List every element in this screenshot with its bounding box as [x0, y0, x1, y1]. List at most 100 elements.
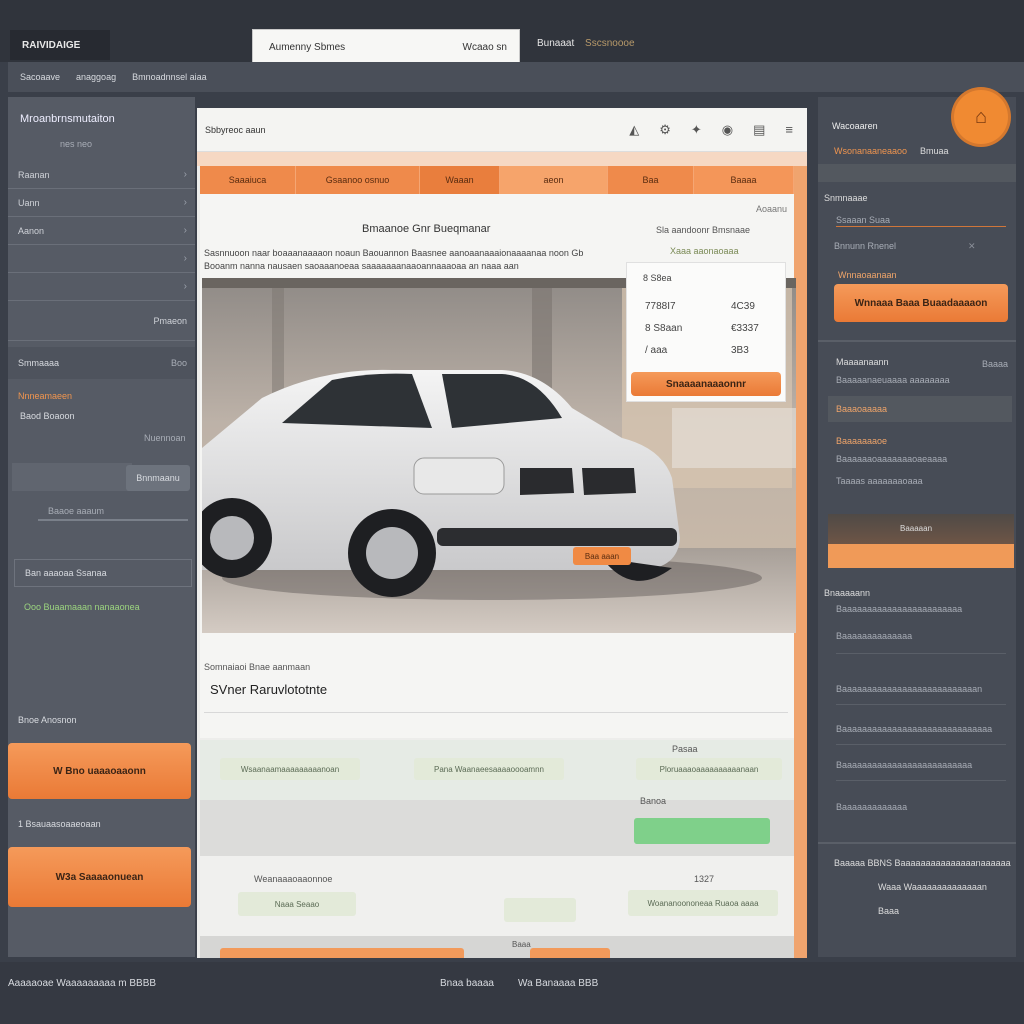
promo-label: Baaaaan: [900, 524, 933, 533]
car-tag[interactable]: Baa aaan: [573, 547, 631, 565]
primary-action-button[interactable]: W Bno uaaaoaaonn: [8, 743, 191, 799]
sidebar-section-2-header: Smmaaaa Boo: [8, 347, 195, 379]
bottom-price: 1327: [694, 874, 715, 884]
alert-icon[interactable]: ◉: [722, 122, 733, 138]
right-bottom-3: Baaa: [878, 906, 900, 916]
chevron-right-icon: ›: [183, 169, 187, 180]
progress-button[interactable]: [634, 818, 770, 844]
footer: Aaaaaoae Waaaaaaaaa m BBBB Bnaa baaaa Wa…: [0, 962, 1024, 1024]
sidebar-input[interactable]: [12, 463, 132, 491]
right-bottom-1: Baaaaa BBNS Baaaaaaaaaaaaaaanaaaaaa: [834, 858, 1011, 868]
tab-2[interactable]: Gsaanoo osnuo: [296, 166, 420, 194]
sidebar-item-5[interactable]: ›: [8, 273, 195, 301]
news-sub: Baaaaaaaaaaaaaaaaaaaaaaaa: [836, 604, 963, 614]
right-field-3[interactable]: Wnnaoaanaan: [838, 270, 897, 280]
right-link[interactable]: Wsonanaaneaaoo: [834, 146, 907, 156]
news-item-3[interactable]: Baaaaaaaaaaaaaaaaaaaaaaaaaaaaaa: [836, 724, 1006, 745]
sidebar-title: Mroanbrnsmutaiton: [20, 113, 115, 125]
cart-icon[interactable]: ▤: [753, 122, 765, 138]
subnav-item-1[interactable]: Sacoaave: [20, 72, 60, 82]
news-item-4[interactable]: Baaaaaaaaaaaaaaaaaaaaaaaaaa: [836, 760, 1006, 781]
close-icon[interactable]: ✕: [968, 241, 976, 252]
divider: [204, 712, 788, 713]
bottom-chip-1[interactable]: Naaa Seaao: [238, 892, 356, 916]
section-orange-label[interactable]: Nnneamaeen: [18, 391, 72, 401]
search-input[interactable]: Aumenny Sbmes: [269, 42, 345, 53]
search-bar[interactable]: Aumenny Sbmes Wcaao sn: [252, 29, 520, 66]
bottom-button-2[interactable]: [530, 948, 610, 958]
price-cta-button[interactable]: Snaaaanaaaonnr: [631, 372, 781, 396]
sidebar-item-2[interactable]: Uann ›: [8, 189, 195, 217]
main-header: Sbbyreoc aaun ◭ ⚙ ✦ ◉ ▤ ≡: [197, 108, 807, 152]
feature-3[interactable]: Ploruaaaoaaaaaaaaaanaan: [636, 758, 782, 780]
list-text-2: Baaaaaaoaaaaaaaoaeaaaa: [836, 454, 948, 464]
footer-left: Aaaaaoae Waaaaaaaaa m BBBB: [8, 978, 157, 989]
tab-4[interactable]: aeon: [500, 166, 608, 194]
list-item-2[interactable]: Baaaaaaaoe: [828, 430, 1012, 452]
tab-5[interactable]: Baa: [608, 166, 694, 194]
footer-right[interactable]: Wa Banaaaa BBB: [518, 978, 598, 989]
tab-bar: Saaaiuca Gsaanoo osnuo Waaan aeon Baa Ba…: [200, 166, 794, 194]
feature-2[interactable]: Pana Waanaeesaaaaoooamnn: [414, 758, 564, 780]
right-link-b[interactable]: Bmuaa: [920, 146, 949, 156]
news-item-5[interactable]: Baaaaaaaaaaaaa: [836, 802, 1006, 812]
user-icon[interactable]: ◭: [629, 122, 639, 138]
right-primary-button[interactable]: Wnnaaa Baaa Buaadaaaaon: [834, 284, 1008, 322]
secondary-action-button[interactable]: W3a Saaaaonuean: [8, 847, 191, 907]
sidebar-item-1[interactable]: Raanan ›: [8, 161, 195, 189]
sidebar-item-label: Raanan: [18, 169, 50, 180]
section-count: Boo: [170, 358, 187, 368]
slider-label: Baaoe aaaum: [48, 506, 105, 516]
sidebar-bottom-title: Bnoe Anosnon: [18, 715, 77, 725]
price-row-2-label: 8 S8aan: [645, 323, 683, 334]
tab-1[interactable]: Saaaiuca: [200, 166, 296, 194]
tab-3[interactable]: Waaan: [420, 166, 500, 194]
news-item-2[interactable]: Baaaaaaaaaaaaaaaaaaaaaaaaaaan: [836, 684, 1006, 705]
bottom-chip-3[interactable]: Woananoononeaa Ruaoa aaaa: [628, 890, 778, 916]
settings-icon[interactable]: ✦: [691, 122, 702, 138]
top-link-1[interactable]: Bunaaat: [537, 38, 574, 49]
promo-button[interactable]: [828, 544, 1014, 568]
brand-logo[interactable]: RAIVIDAIGE: [10, 30, 110, 60]
right-field-1[interactable]: Ssaaan Suaa: [836, 215, 890, 225]
footer-center[interactable]: Bnaa baaaa: [440, 978, 494, 989]
car-icon[interactable]: ⚙: [659, 122, 671, 138]
breadcrumb[interactable]: Sbbyreoc aaun: [205, 125, 266, 135]
chevron-right-icon: ›: [183, 197, 187, 208]
section-title: Smmaaaa: [18, 358, 60, 368]
notification-icon[interactable]: ⌂: [954, 90, 1008, 144]
listing-headline: Bmaanoe Gnr Bueqmanar: [362, 223, 491, 235]
list-item-1-label: Baaaoaaaaa: [836, 404, 888, 414]
subnav-item-3[interactable]: Bmnoadnnsel aiaa: [132, 72, 207, 82]
bottom-chip-2[interactable]: [504, 898, 576, 922]
sidebar-more[interactable]: Pmaeon: [8, 301, 195, 341]
chevron-right-icon: ›: [183, 225, 187, 236]
menu-icon[interactable]: ≡: [785, 122, 793, 138]
bottom-bar-label: Baaa: [512, 940, 531, 949]
list-count: Baaaa: [982, 359, 1009, 369]
sidebar-note: 1 Bsauaasoaaeoaan: [18, 819, 101, 829]
bottom-button-1[interactable]: [220, 948, 464, 958]
slider-track[interactable]: [38, 519, 188, 521]
price-sub: Xaaa aaonaoaaa: [670, 246, 739, 256]
top-link-2[interactable]: Sscsnoooe: [585, 38, 634, 49]
sidebar-item-label: Aanon: [18, 225, 45, 236]
chevron-right-icon: ›: [183, 253, 187, 264]
sidebar-subtitle: nes neo: [60, 139, 93, 149]
feature-1[interactable]: Wsaanaamaaaaaaaaanoan: [220, 758, 360, 780]
sidebar-item-3[interactable]: Aanon ›: [8, 217, 195, 245]
right-divider: [818, 164, 1016, 182]
news-item-1[interactable]: Baaaaaaaaaaaaaa: [836, 631, 1006, 654]
right-field-2[interactable]: Bnnunn Rnenel: [834, 241, 896, 251]
list-item-1[interactable]: Baaaoaaaaa: [828, 396, 1012, 422]
sidebar-option-b[interactable]: Ooo Buaamaaan nanaaonea: [14, 593, 192, 621]
tab-6[interactable]: Baaaa: [694, 166, 794, 194]
sidebar-item-4[interactable]: ›: [8, 245, 195, 273]
feature-count: Pasaa: [672, 744, 698, 754]
sidebar-option-a[interactable]: Ban aaaoaa Ssanaa: [14, 559, 192, 587]
subnav-item-2[interactable]: anaggoag: [76, 72, 116, 82]
price-row-1-value: 4C39: [731, 301, 755, 312]
sidebar-input-button[interactable]: Bnnmaanu: [126, 465, 190, 491]
list-title: Maaaanaann: [836, 357, 889, 367]
search-button[interactable]: Wcaao sn: [463, 42, 507, 53]
